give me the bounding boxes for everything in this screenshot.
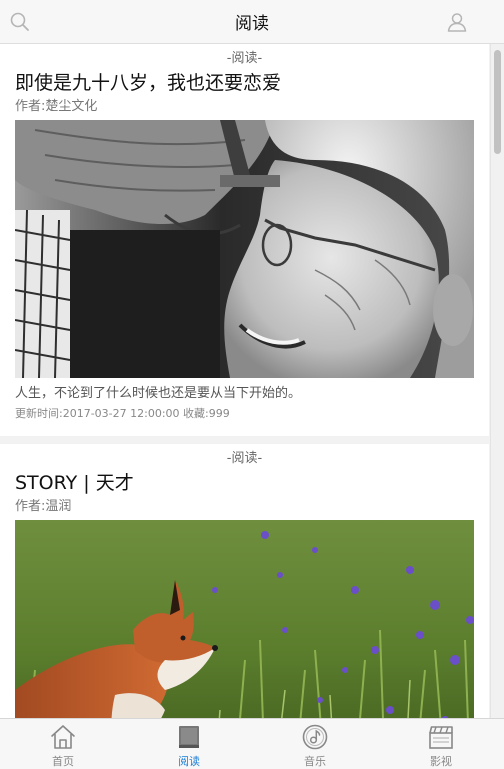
article-author: 作者:温润 (15, 499, 72, 514)
page-title: 阅读 (235, 14, 269, 34)
tab-reading[interactable]: 阅读 (126, 719, 252, 769)
search-icon[interactable] (9, 11, 31, 33)
article-author: 作者:楚尘文化 (15, 99, 98, 114)
tab-movies[interactable]: 影视 (378, 719, 504, 769)
tab-label: 影视 (430, 755, 452, 768)
article-cover-image[interactable] (15, 120, 474, 378)
tab-label: 音乐 (304, 755, 326, 768)
tab-music[interactable]: 音乐 (252, 719, 378, 769)
music-disc-icon (302, 724, 328, 750)
section-label: -阅读- (226, 51, 263, 66)
user-icon[interactable] (446, 11, 468, 33)
bottom-tab-bar: 首页 阅读 音乐 影视 (0, 718, 504, 769)
scrollbar[interactable] (490, 44, 504, 718)
article-title[interactable]: 即使是九十八岁，我也还要恋爱 (15, 69, 474, 97)
tab-label: 首页 (52, 755, 74, 768)
scrollbar-thumb[interactable] (494, 50, 501, 154)
app-header: 阅读 (0, 0, 504, 44)
article-title[interactable]: STORY | 天才 (15, 469, 474, 497)
book-icon (179, 726, 199, 748)
clapperboard-icon (429, 726, 453, 749)
article-card[interactable]: -阅读- 即使是九十八岁，我也还要恋爱 作者:楚尘文化 人生，不论到了什么时候也… (0, 44, 489, 436)
article-meta: 更新时间:2017-03-27 12:00:00 收藏:999 (15, 407, 230, 420)
section-label: -阅读- (226, 451, 263, 466)
article-card[interactable]: -阅读- STORY | 天才 作者:温润 (0, 444, 489, 718)
home-icon (51, 725, 75, 749)
article-description: 人生，不论到了什么时候也还是要从当下开始的。 (15, 386, 302, 401)
tab-home[interactable]: 首页 (0, 719, 126, 769)
article-feed[interactable]: -阅读- 即使是九十八岁，我也还要恋爱 作者:楚尘文化 人生，不论到了什么时候也… (0, 44, 489, 718)
article-cover-image[interactable] (15, 520, 474, 718)
tab-label: 阅读 (178, 755, 200, 768)
